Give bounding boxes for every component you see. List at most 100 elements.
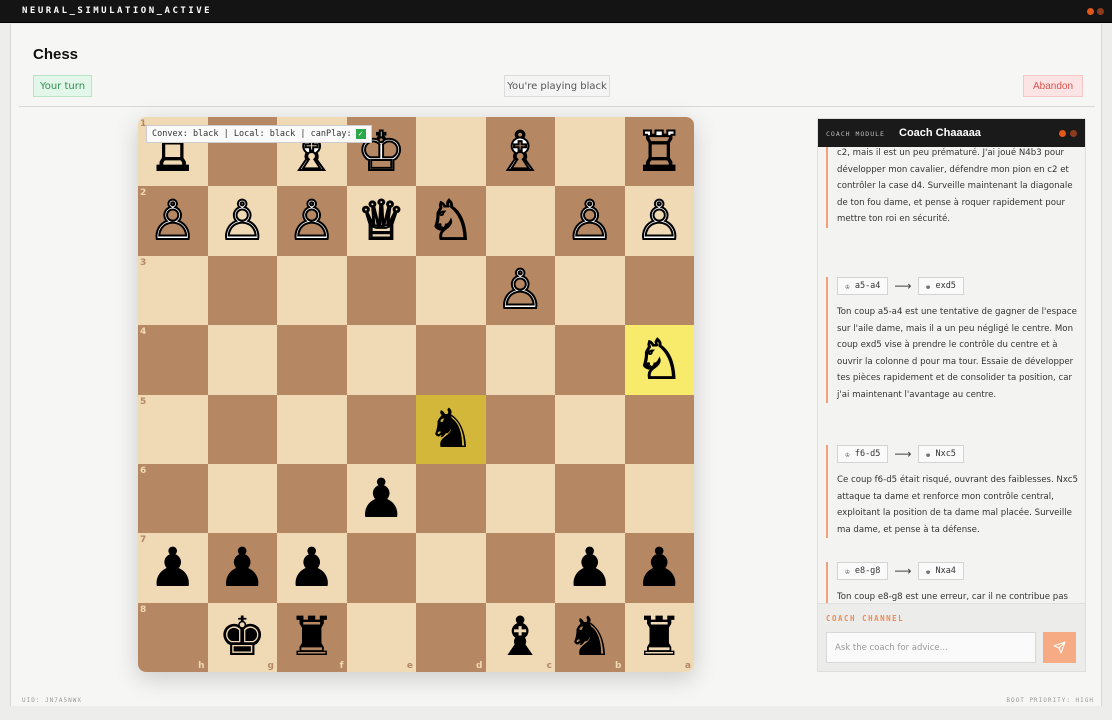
square-g3[interactable] [207, 255, 277, 326]
square-h4[interactable]: 4 [138, 325, 208, 395]
square-g5[interactable] [207, 394, 277, 464]
square-a8[interactable]: a ♜ [624, 602, 695, 672]
square-e6[interactable]: ♟ [346, 463, 417, 534]
square-g2[interactable]: ♙ [207, 186, 278, 256]
square-b4[interactable] [555, 325, 625, 395]
square-a5[interactable] [624, 394, 694, 464]
square-b1[interactable] [555, 117, 625, 187]
move-row: ♔ f6-d5 ⟶ ♚ Nxc5 [837, 445, 1078, 463]
square-c3[interactable]: ♙ [485, 255, 556, 326]
white-king-icon: ♔ [845, 281, 850, 291]
rank-label: 5 [140, 396, 147, 407]
square-e4[interactable] [346, 325, 416, 395]
coach-message: ♔ a5-a4 ⟶ ♚ exd5 Ton coup a5-a4 est une te… [826, 277, 1078, 403]
square-g4[interactable] [207, 325, 277, 395]
square-c5[interactable] [485, 394, 555, 464]
square-b2[interactable]: ♙ [555, 186, 625, 256]
square-d7[interactable] [416, 533, 486, 603]
black-pawn-icon[interactable]: ♟ [138, 533, 208, 602]
white-pawn-icon[interactable]: ♙ [138, 186, 208, 255]
black-bishop-icon[interactable]: ♝ [486, 603, 556, 672]
square-d6[interactable] [416, 463, 486, 534]
square-a6[interactable] [624, 463, 694, 534]
white-pawn-icon[interactable]: ♙ [208, 186, 278, 255]
square-c8[interactable]: c ♝ [485, 602, 556, 672]
square-c6[interactable] [485, 463, 555, 534]
white-pawn-icon[interactable]: ♙ [277, 186, 347, 255]
square-c4[interactable] [485, 325, 555, 395]
status-dot-primary [1087, 8, 1094, 15]
square-a2[interactable]: ♙ [624, 186, 695, 256]
coach-messages[interactable]: c2, mais il est un peu prématuré. J'ai j… [818, 147, 1085, 603]
coach-input[interactable] [826, 632, 1036, 663]
square-e5[interactable] [346, 394, 416, 464]
white-rook-icon[interactable]: ♖ [625, 117, 695, 186]
coach-dot-secondary [1070, 130, 1077, 137]
square-a1[interactable]: ♖ [624, 117, 695, 187]
square-h8[interactable]: 8h [138, 602, 208, 672]
square-e7[interactable] [346, 533, 416, 603]
abandon-button[interactable]: Abandon [1023, 75, 1083, 97]
black-rook-icon[interactable]: ♜ [625, 603, 695, 672]
square-f2[interactable]: ♙ [277, 186, 347, 256]
black-pawn-icon[interactable]: ♟ [208, 533, 278, 602]
black-pawn-icon[interactable]: ♟ [347, 464, 417, 533]
square-d3[interactable] [416, 255, 486, 326]
white-pawn-icon[interactable]: ♙ [486, 256, 556, 325]
top-bar: NEURAL_SIMULATION_ACTIVE [0, 0, 1112, 23]
square-e8[interactable]: e [346, 602, 416, 672]
black-knight-icon[interactable]: ♞ [416, 395, 486, 464]
square-a3[interactable] [624, 255, 694, 326]
black-rook-icon[interactable]: ♜ [277, 603, 347, 672]
square-f4[interactable] [277, 325, 347, 395]
square-e3[interactable] [346, 255, 416, 326]
square-d1[interactable] [416, 117, 486, 187]
square-h7[interactable]: 7 ♟ [138, 533, 208, 603]
black-king-icon: ♚ [925, 281, 931, 291]
square-f3[interactable] [277, 255, 347, 326]
square-h5[interactable]: 5 [138, 394, 208, 464]
black-knight-icon[interactable]: ♞ [555, 603, 625, 672]
square-b5[interactable] [555, 394, 625, 464]
square-d8[interactable]: d [416, 602, 486, 672]
white-pawn-icon[interactable]: ♙ [625, 186, 695, 255]
square-h3[interactable]: 3 [138, 255, 208, 326]
square-d2[interactable]: ♘ [416, 186, 486, 256]
square-d4[interactable] [416, 325, 486, 395]
white-queen-icon[interactable]: ♕ [347, 186, 417, 255]
square-h6[interactable]: 6 [138, 463, 208, 534]
square-b3[interactable] [555, 255, 625, 326]
send-icon [1053, 641, 1066, 654]
black-pawn-icon[interactable]: ♟ [625, 533, 695, 602]
coach-module-label: COACH MODULE [826, 130, 885, 138]
square-g7[interactable]: ♟ [207, 533, 278, 603]
square-a4[interactable]: ♘ [624, 325, 695, 395]
square-b7[interactable]: ♟ [555, 533, 625, 603]
square-f5[interactable] [277, 394, 347, 464]
square-e2[interactable]: ♕ [346, 186, 417, 256]
square-f6[interactable] [277, 463, 347, 534]
square-g8[interactable]: g ♚ [207, 602, 278, 672]
black-king-icon[interactable]: ♚ [208, 603, 278, 672]
square-a7[interactable]: ♟ [624, 533, 695, 603]
white-knight-icon[interactable]: ♘ [416, 186, 486, 255]
coach-message-text: Ce coup f6-d5 était risqué, ouvrant des … [837, 475, 1078, 535]
square-c2[interactable] [485, 186, 555, 256]
black-pawn-icon[interactable]: ♟ [277, 533, 347, 602]
chess-board[interactable]: 1 ♖ ♗ ♔ ♗ ♖ 2 ♙ ♙ ♙ ♕ ♘ ♙ ♙ 3 ♙ 4 ♘ 5 ♞ 6 ♟ 7 ♟ ♟ ♟ ♟ ♟ 8 h g ♚ f ♜ e d c ♝ b ♞… [138, 117, 694, 672]
square-f7[interactable]: ♟ [277, 533, 347, 603]
square-b6[interactable] [555, 463, 625, 534]
white-bishop-icon[interactable]: ♗ [486, 117, 556, 186]
black-pawn-icon[interactable]: ♟ [555, 533, 625, 602]
header-divider [19, 106, 1095, 107]
square-b8[interactable]: b ♞ [555, 602, 625, 672]
square-f8[interactable]: f ♜ [277, 602, 347, 672]
white-pawn-icon[interactable]: ♙ [555, 186, 625, 255]
send-button[interactable] [1043, 632, 1076, 663]
square-c1[interactable]: ♗ [485, 117, 556, 187]
white-knight-icon[interactable]: ♘ [625, 325, 695, 394]
square-c7[interactable] [485, 533, 555, 603]
square-h2[interactable]: 2 ♙ [138, 186, 208, 256]
square-d5[interactable]: ♞ [416, 394, 486, 464]
square-g6[interactable] [207, 463, 277, 534]
